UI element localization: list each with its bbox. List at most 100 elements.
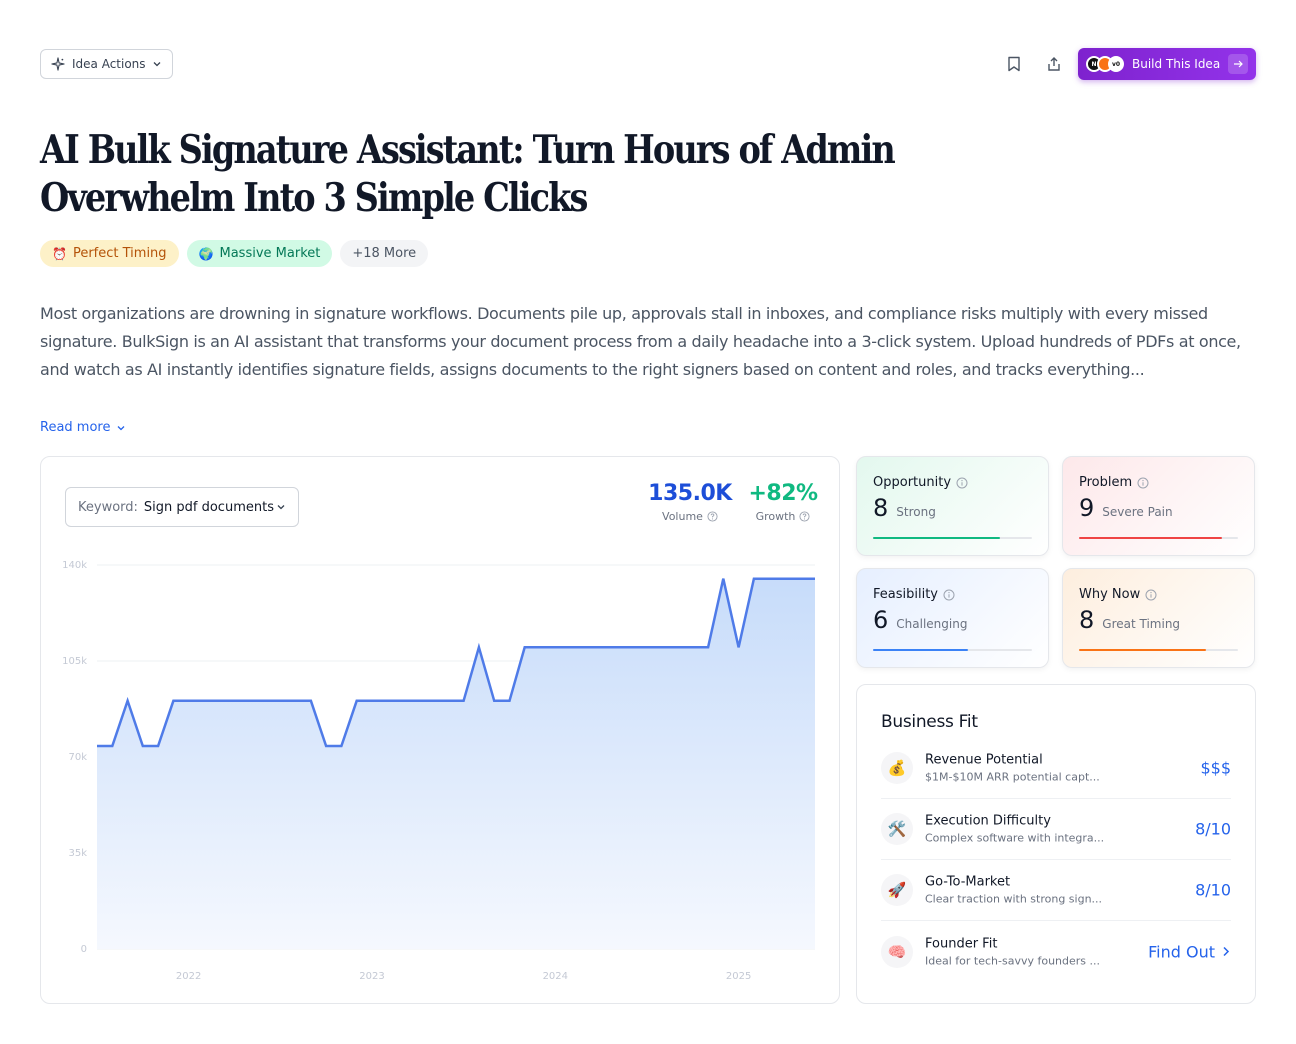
growth-value: +82% bbox=[748, 481, 818, 506]
score-track bbox=[1079, 649, 1238, 651]
x-tick-label: 2023 bbox=[359, 971, 384, 982]
globe-icon: 🌍 bbox=[198, 246, 214, 261]
row-value-text: 8/10 bbox=[1195, 819, 1231, 839]
builder-logo-3: v0 bbox=[1108, 56, 1124, 72]
sparkle-icon bbox=[51, 57, 65, 71]
score-value: 6 bbox=[873, 606, 889, 634]
score-title: Opportunity bbox=[873, 475, 952, 490]
chevron-down-icon bbox=[153, 62, 161, 67]
arrow-right-icon bbox=[1228, 54, 1248, 74]
info-icon[interactable] bbox=[956, 477, 968, 489]
tag-perfect-timing[interactable]: ⏰ Perfect Timing bbox=[40, 240, 179, 267]
chevron-down-icon bbox=[277, 505, 285, 510]
row-value-text: $$$ bbox=[1200, 758, 1231, 778]
tag-more-button[interactable]: +18 More bbox=[340, 240, 429, 267]
tag-list: ⏰ Perfect Timing 🌍 Massive Market +18 Mo… bbox=[40, 240, 429, 267]
alarm-clock-icon: ⏰ bbox=[52, 246, 67, 261]
score-value: 9 bbox=[1079, 494, 1095, 522]
top-bar: Idea Actions N v0 Build This Idea bbox=[40, 48, 1256, 80]
feasibility-score-card[interactable]: Feasibility 6 Challenging bbox=[856, 568, 1049, 668]
business-fit-row-go-to-market[interactable]: 🚀 Go-To-Market Clear traction with stron… bbox=[881, 860, 1231, 921]
help-icon[interactable] bbox=[799, 511, 810, 522]
keyword-label: Keyword: bbox=[78, 499, 138, 515]
score-title: Why Now bbox=[1079, 587, 1141, 602]
business-fit-row-execution[interactable]: 🛠️ Execution Difficulty Complex software… bbox=[881, 799, 1231, 860]
tag-label: Perfect Timing bbox=[72, 246, 167, 261]
x-tick-label: 2025 bbox=[726, 971, 751, 982]
idea-actions-button[interactable]: Idea Actions bbox=[40, 49, 173, 79]
share-button[interactable] bbox=[1044, 54, 1064, 74]
score-word: Great Timing bbox=[1102, 617, 1181, 631]
why-now-score-card[interactable]: Why Now 8 Great Timing bbox=[1062, 568, 1255, 668]
row-subtitle: $1M-$10M ARR potential capt... bbox=[925, 770, 1100, 784]
share-icon bbox=[1048, 57, 1060, 71]
score-track bbox=[873, 649, 1032, 651]
tag-label: +18 More bbox=[352, 246, 417, 261]
info-icon[interactable] bbox=[943, 589, 955, 601]
volume-value: 135.0K bbox=[648, 481, 732, 506]
build-this-idea-label: Build This Idea bbox=[1132, 57, 1221, 71]
build-this-idea-button[interactable]: N v0 Build This Idea bbox=[1078, 48, 1256, 80]
idea-actions-label: Idea Actions bbox=[72, 57, 146, 71]
opportunity-score-card[interactable]: Opportunity 8 Strong bbox=[856, 456, 1049, 556]
read-more-link[interactable]: Read more bbox=[40, 420, 126, 435]
tools-icon: 🛠️ bbox=[881, 813, 913, 845]
tag-massive-market[interactable]: 🌍 Massive Market bbox=[186, 240, 333, 267]
score-value: 8 bbox=[1079, 606, 1095, 634]
score-bar bbox=[1079, 649, 1207, 651]
row-name: Go-To-Market bbox=[925, 874, 1011, 890]
growth-metric: +82% Growth bbox=[747, 481, 819, 523]
score-word: Severe Pain bbox=[1102, 505, 1173, 519]
score-word: Strong bbox=[896, 505, 936, 519]
score-track bbox=[873, 537, 1032, 539]
keyword-select[interactable]: Keyword: Sign pdf documents bbox=[65, 487, 299, 527]
business-fit-title: Business Fit bbox=[881, 712, 978, 732]
row-name: Execution Difficulty bbox=[925, 813, 1051, 829]
problem-score-card[interactable]: Problem 9 Severe Pain bbox=[1062, 456, 1255, 556]
score-bar bbox=[873, 649, 969, 651]
business-fit-card: Business Fit 💰 Revenue Potential $1M-$10… bbox=[856, 684, 1256, 1004]
score-word: Challenging bbox=[896, 617, 968, 631]
y-tick-label: 140k bbox=[62, 560, 87, 571]
score-track bbox=[1079, 537, 1238, 539]
series-area bbox=[97, 578, 815, 949]
business-fit-row-founder-fit[interactable]: 🧠 Founder Fit Ideal for tech-savvy found… bbox=[881, 921, 1231, 982]
y-tick-label: 105k bbox=[62, 656, 87, 667]
score-bar bbox=[873, 537, 1001, 539]
row-value-text: 8/10 bbox=[1195, 880, 1231, 900]
score-title: Problem bbox=[1079, 475, 1133, 490]
info-icon[interactable] bbox=[1145, 589, 1157, 601]
row-value-text: Find Out bbox=[1148, 942, 1215, 961]
business-fit-row-revenue[interactable]: 💰 Revenue Potential $1M-$10M ARR potenti… bbox=[881, 738, 1231, 799]
chevron-down-icon bbox=[118, 425, 125, 430]
row-name: Founder Fit bbox=[925, 936, 998, 951]
row-value: 8/10 bbox=[1195, 881, 1231, 900]
score-title: Feasibility bbox=[873, 587, 938, 602]
info-icon[interactable] bbox=[1137, 477, 1149, 489]
x-tick-label: 2024 bbox=[543, 971, 568, 982]
volume-label: Volume bbox=[662, 510, 703, 523]
growth-label: Growth bbox=[755, 510, 796, 523]
idea-description: Most organizations are drowning in signa… bbox=[40, 304, 1241, 379]
score-value: 8 bbox=[873, 494, 889, 522]
read-more-label: Read more bbox=[40, 420, 111, 435]
row-value: $$$ bbox=[1200, 759, 1231, 778]
x-tick-label: 2022 bbox=[176, 971, 201, 982]
row-subtitle: Complex software with integra... bbox=[925, 831, 1105, 845]
help-icon[interactable] bbox=[707, 511, 718, 522]
money-bag-icon: 💰 bbox=[881, 752, 913, 784]
find-out-link[interactable]: Find Out bbox=[1148, 942, 1231, 961]
trend-chart: 0 35k 70k 105k 140k 2022 2023 2024 2025 bbox=[62, 560, 815, 982]
rocket-icon: 🚀 bbox=[881, 874, 913, 906]
score-bar bbox=[1079, 537, 1223, 539]
bookmark-button[interactable] bbox=[1004, 54, 1024, 74]
y-tick-label: 35k bbox=[68, 848, 87, 859]
volume-metric: 135.0K Volume bbox=[646, 481, 734, 523]
trend-chart-card: Keyword: Sign pdf documents 135.0K Volum… bbox=[40, 456, 840, 1004]
row-name: Revenue Potential bbox=[925, 752, 1043, 768]
chevron-right-icon bbox=[1223, 946, 1230, 957]
keyword-value: Sign pdf documents bbox=[143, 499, 274, 515]
row-subtitle: Clear traction with strong sign... bbox=[925, 892, 1103, 906]
tag-label: Massive Market bbox=[219, 246, 321, 261]
bookmark-icon bbox=[1008, 56, 1020, 72]
